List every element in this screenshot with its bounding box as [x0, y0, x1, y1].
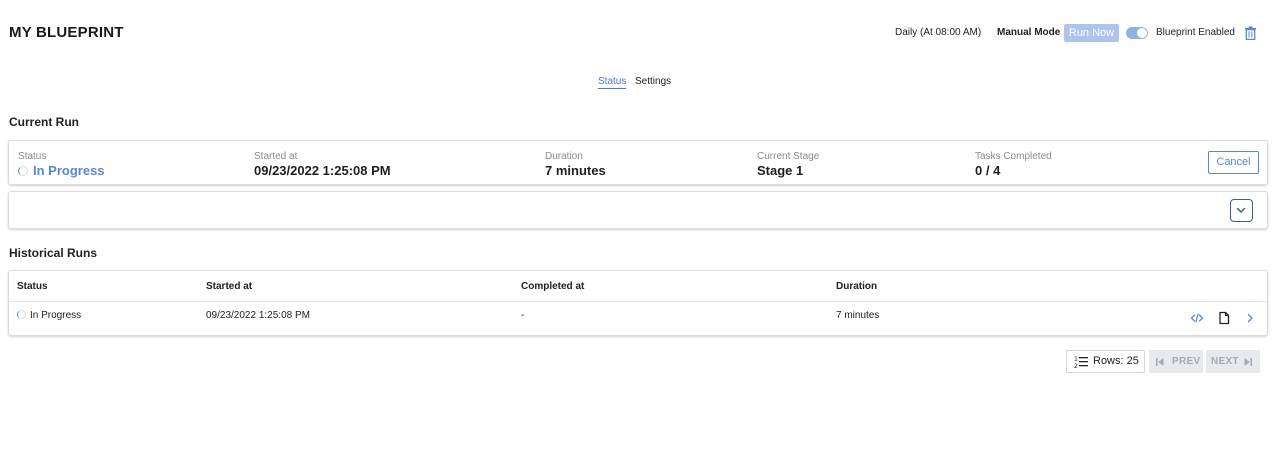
status-text: In Progress [33, 163, 105, 178]
row-status-text: In Progress [30, 310, 82, 321]
started-at-value: 09/23/2022 1:25:08 PM [254, 163, 391, 178]
table-row-started-at: 09/23/2022 1:25:08 PM [206, 310, 310, 321]
rows-per-page-button[interactable]: 1 2 Rows: 25 [1066, 350, 1145, 373]
tasks-completed-value: 0 / 4 [975, 163, 1001, 178]
progress-spinner-icon [17, 310, 26, 319]
chevron-right-icon[interactable] [1243, 311, 1257, 325]
stage-details-panel [8, 191, 1268, 229]
trash-icon[interactable] [1244, 26, 1257, 40]
next-page-button[interactable]: NEXT [1206, 350, 1260, 373]
toggle-knob [1137, 28, 1147, 38]
historical-runs-table: Status Started at Completed at Duration … [8, 270, 1268, 336]
tab-bar: Status Settings [0, 76, 1280, 92]
tab-settings[interactable]: Settings [635, 76, 671, 87]
current-stage-value: Stage 1 [757, 163, 804, 178]
expand-button[interactable] [1230, 199, 1253, 222]
column-header-completed-at: Completed at [521, 281, 585, 292]
progress-spinner-icon [18, 166, 28, 176]
table-row-completed-at: - [521, 310, 525, 321]
status-label: Status [18, 151, 47, 162]
rows-per-page-label: Rows: 25 [1093, 355, 1139, 367]
document-icon[interactable] [1217, 311, 1231, 325]
page-title: MY BLUEPRINT [9, 24, 124, 41]
blueprint-enabled-label: Blueprint Enabled [1156, 27, 1235, 38]
tab-status[interactable]: Status [598, 76, 627, 89]
skip-next-icon [1244, 358, 1252, 366]
tasks-completed-label: Tasks Completed [975, 151, 1052, 162]
cancel-button[interactable]: Cancel [1208, 151, 1259, 174]
current-stage-label: Current Stage [757, 151, 820, 162]
blueprint-enabled-toggle[interactable] [1126, 27, 1148, 39]
prev-label: PREV [1172, 356, 1201, 367]
chevron-down-icon [1236, 207, 1246, 213]
next-label: NEXT [1211, 356, 1239, 367]
table-row-duration: 7 minutes [836, 310, 880, 321]
svg-text:2: 2 [1074, 363, 1078, 369]
list-numbered-icon: 1 2 [1074, 356, 1088, 369]
column-header-status: Status [17, 281, 48, 292]
column-header-duration: Duration [836, 281, 878, 292]
header-divider [9, 301, 1267, 302]
started-at-label: Started at [254, 151, 298, 162]
page-header: MY BLUEPRINT Daily (At 08:00 AM) Manual … [0, 0, 1280, 66]
duration-label: Duration [545, 151, 583, 162]
mode-label: Manual Mode [997, 27, 1061, 38]
historical-runs-heading: Historical Runs [9, 246, 98, 260]
status-value: In Progress [18, 163, 105, 178]
column-header-started-at: Started at [206, 281, 253, 292]
svg-text:1: 1 [1074, 356, 1078, 363]
duration-value: 7 minutes [545, 163, 606, 178]
current-run-card: Status In Progress Started at 09/23/2022… [8, 140, 1268, 185]
code-icon[interactable] [1190, 311, 1204, 325]
prev-page-button[interactable]: PREV [1149, 350, 1203, 373]
current-run-heading: Current Run [9, 115, 79, 129]
run-now-button[interactable]: Run Now [1064, 24, 1119, 42]
table-row-status: In Progress [17, 310, 81, 321]
skip-previous-icon [1156, 358, 1164, 366]
schedule-label: Daily (At 08:00 AM) [895, 27, 982, 38]
